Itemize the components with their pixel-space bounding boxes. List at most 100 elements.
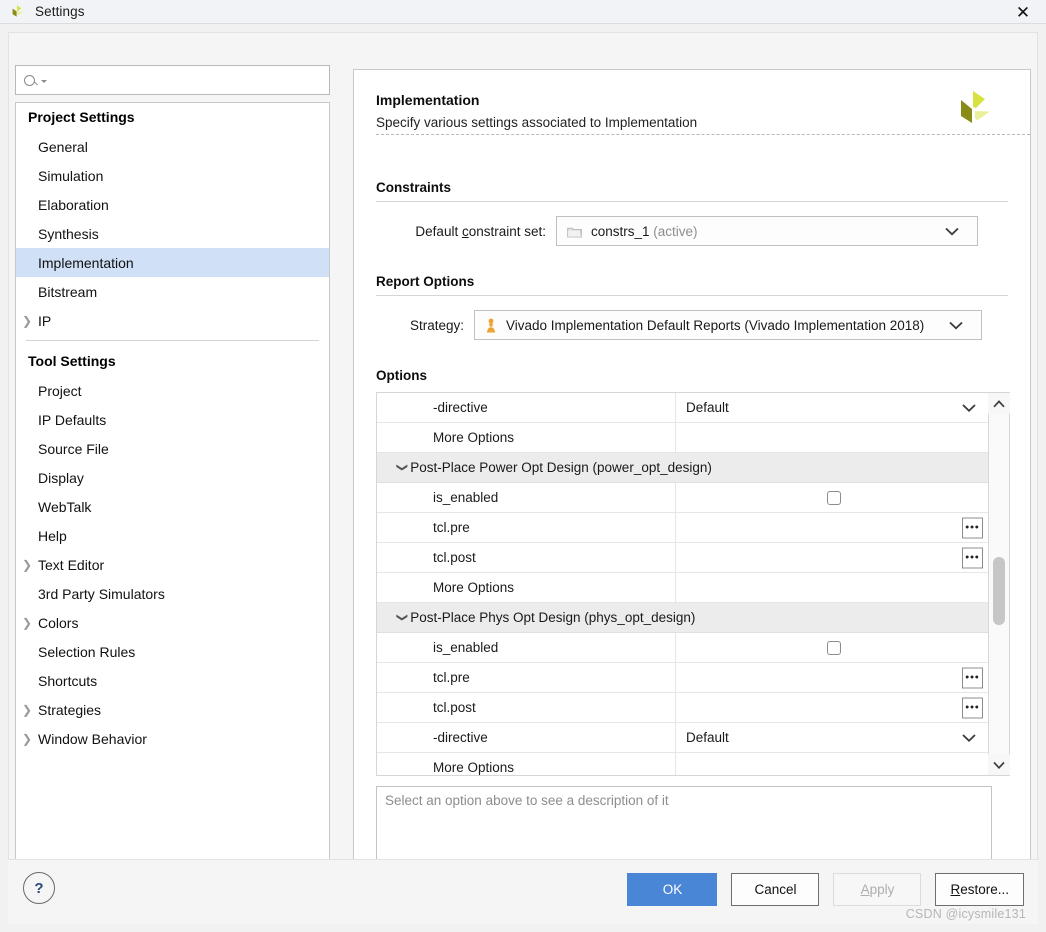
option-value[interactable]: ••• — [676, 513, 988, 542]
browse-ellipsis-button[interactable]: ••• — [962, 697, 983, 718]
table-row[interactable]: -directive Default — [377, 723, 988, 753]
chevron-down-icon[interactable]: ❯ — [396, 613, 408, 622]
default-constraint-set-label: Default constraint set: — [415, 223, 546, 239]
sidebar-item-synthesis[interactable]: Synthesis — [16, 219, 329, 248]
table-group-row-phys-opt-design[interactable]: ❯ Post-Place Phys Opt Design (phys_opt_d… — [377, 603, 988, 633]
sidebar-item-source-file[interactable]: Source File — [16, 434, 329, 463]
section-rule — [376, 201, 1008, 202]
sidebar-item-strategies[interactable]: ❯ Strategies — [16, 695, 329, 724]
sidebar-item-label: Shortcuts — [38, 672, 98, 689]
checkbox-is-enabled[interactable] — [827, 640, 841, 655]
sidebar-item-ip[interactable]: ❯ IP — [16, 306, 329, 335]
section-heading-options: Options — [376, 368, 427, 383]
chevron-down-icon[interactable]: ❯ — [396, 463, 408, 472]
chevron-down-icon[interactable] — [943, 222, 961, 240]
scrollbar-track[interactable] — [988, 414, 1010, 754]
search-input[interactable] — [53, 72, 329, 88]
chevron-right-icon[interactable]: ❯ — [20, 703, 34, 717]
chevron-down-icon[interactable] — [947, 316, 965, 334]
option-value[interactable]: ••• — [676, 693, 988, 722]
chevron-right-icon[interactable]: ❯ — [20, 616, 34, 630]
sidebar-item-label: IP Defaults — [38, 411, 107, 428]
table-row[interactable]: -directive Default — [377, 393, 988, 423]
sidebar-item-general[interactable]: General — [16, 132, 329, 161]
chevron-right-icon[interactable]: ❯ — [20, 314, 34, 328]
sidebar-item-colors[interactable]: ❯ Colors — [16, 608, 329, 637]
chevron-right-icon[interactable]: ❯ — [20, 732, 34, 746]
default-constraint-set-row: Default constraint set: constrs_1 (activ… — [376, 216, 1008, 246]
sidebar-item-help[interactable]: Help — [16, 521, 329, 550]
table-row[interactable]: is_enabled — [377, 483, 988, 513]
option-value[interactable] — [676, 633, 988, 662]
sidebar-item-elaboration[interactable]: Elaboration — [16, 190, 329, 219]
ok-button[interactable]: OK — [627, 873, 718, 906]
default-constraint-set-dropdown[interactable]: constrs_1 (active) — [556, 216, 978, 246]
scroll-up-arrow-icon[interactable] — [988, 393, 1010, 414]
table-row[interactable]: tcl.pre ••• — [377, 513, 988, 543]
option-value[interactable] — [676, 483, 988, 512]
table-group-row-power-opt-design[interactable]: ❯ Post-Place Power Opt Design (power_opt… — [377, 453, 988, 483]
option-name: More Options — [377, 753, 676, 775]
page-subtitle: Specify various settings associated to I… — [376, 115, 698, 130]
sidebar-item-label: Implementation — [38, 254, 134, 271]
scrollbar-thumb[interactable] — [993, 556, 1005, 625]
table-row[interactable]: tcl.pre ••• — [377, 663, 988, 693]
sidebar-item-label: Colors — [38, 614, 79, 631]
sidebar-item-project[interactable]: Project — [16, 376, 329, 405]
options-table: -directive Default More Options ❯ Post-P… — [376, 392, 988, 776]
apply-button: Apply — [833, 873, 922, 906]
option-value[interactable] — [676, 573, 988, 602]
sidebar-item-window-behavior[interactable]: ❯ Window Behavior — [16, 724, 329, 753]
sidebar-item-display[interactable]: Display — [16, 463, 329, 492]
checkbox-is-enabled[interactable] — [827, 490, 841, 505]
cancel-button[interactable]: Cancel — [731, 873, 820, 906]
option-name: More Options — [377, 573, 676, 602]
strategy-dropdown[interactable]: Vivado Implementation Default Reports (V… — [474, 310, 982, 340]
option-value[interactable]: ••• — [676, 543, 988, 572]
option-value[interactable]: Default — [676, 393, 988, 422]
table-row[interactable]: More Options — [377, 423, 988, 453]
sidebar-item-bitstream[interactable]: Bitstream — [16, 277, 329, 306]
sidebar-item-ip-defaults[interactable]: IP Defaults — [16, 405, 329, 434]
options-scrollbar[interactable] — [988, 392, 1010, 776]
implementation-panel: Implementation Specify various settings … — [353, 69, 1031, 880]
option-value[interactable]: ••• — [676, 663, 988, 692]
option-value[interactable] — [676, 423, 988, 452]
sidebar-item-label: Selection Rules — [38, 643, 136, 660]
browse-ellipsis-button[interactable]: ••• — [962, 667, 983, 688]
chevron-right-icon[interactable]: ❯ — [20, 558, 34, 572]
panel-content: Constraints Default constraint set: cons… — [354, 180, 1030, 876]
table-row[interactable]: is_enabled — [377, 633, 988, 663]
table-row[interactable]: More Options — [377, 753, 988, 775]
restore-button[interactable]: Restore... — [935, 873, 1024, 906]
search-box[interactable] — [15, 65, 330, 95]
sidebar-item-selection-rules[interactable]: Selection Rules — [16, 637, 329, 666]
option-value-text: Default — [686, 730, 729, 745]
xilinx-logo-icon — [950, 86, 996, 132]
search-icon — [24, 74, 47, 86]
chevron-down-icon[interactable] — [962, 400, 976, 415]
sidebar-item-label: Text Editor — [38, 556, 105, 573]
sidebar-item-simulation[interactable]: Simulation — [16, 161, 329, 190]
browse-ellipsis-button[interactable]: ••• — [962, 517, 983, 538]
close-icon[interactable]: ✕ — [1000, 0, 1046, 24]
sidebar-item-text-editor[interactable]: ❯ Text Editor — [16, 550, 329, 579]
sidebar-item-webtalk[interactable]: WebTalk — [16, 492, 329, 521]
table-row[interactable]: tcl.post ••• — [377, 693, 988, 723]
footer-button-row: OK Cancel Apply Restore... — [627, 873, 1024, 906]
scroll-down-arrow-icon[interactable] — [988, 754, 1010, 775]
browse-ellipsis-button[interactable]: ••• — [962, 547, 983, 568]
option-value[interactable]: Default — [676, 723, 988, 752]
sidebar-item-label: Bitstream — [38, 283, 98, 300]
help-button[interactable]: ? — [23, 872, 55, 904]
table-row[interactable]: tcl.post ••• — [377, 543, 988, 573]
chevron-down-icon[interactable] — [962, 730, 976, 745]
sidebar-item-3rd-party-simulators[interactable]: 3rd Party Simulators — [16, 579, 329, 608]
sidebar-item-label: Strategies — [38, 701, 102, 718]
sidebar-item-implementation[interactable]: Implementation — [16, 248, 329, 277]
header-divider — [376, 134, 1030, 135]
option-name: tcl.post — [377, 693, 676, 722]
option-value[interactable] — [676, 753, 988, 775]
sidebar-item-shortcuts[interactable]: Shortcuts — [16, 666, 329, 695]
table-row[interactable]: More Options — [377, 573, 988, 603]
